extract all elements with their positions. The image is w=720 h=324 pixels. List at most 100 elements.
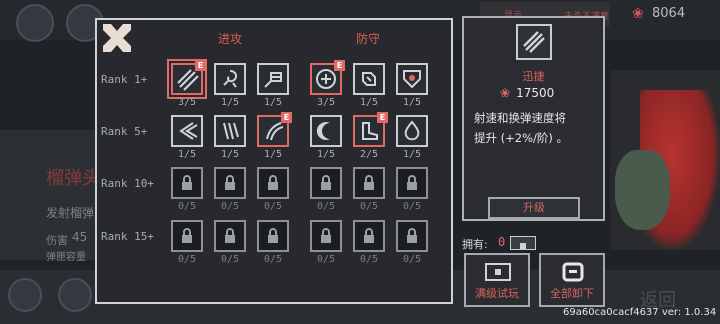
- lock-icon: [268, 228, 278, 243]
- perk-level-count: 0/5: [402, 201, 422, 212]
- perk-slot[interactable]: E: [310, 60, 345, 95]
- perk-slot[interactable]: [396, 220, 428, 252]
- perk-slot[interactable]: [171, 115, 203, 147]
- crescent-icon: [316, 122, 330, 140]
- perk-slot[interactable]: [214, 63, 246, 95]
- perk-slot[interactable]: [310, 220, 342, 252]
- perk-slot[interactable]: [396, 63, 428, 95]
- max-level-trial-label: 满级试玩: [475, 287, 519, 300]
- rank-label: Rank 5+: [101, 125, 148, 138]
- background-magazine-label: 弹匣容量: [46, 252, 86, 263]
- owned-label: 拥有:: [462, 238, 488, 251]
- perk-level-count: 0/5: [263, 254, 283, 265]
- lock-icon: [225, 228, 235, 243]
- rank-label: Rank 10+: [101, 177, 154, 190]
- owned-count: 0: [498, 235, 506, 249]
- perk-description-line: 提升 (+2%/阶) 。: [474, 131, 569, 145]
- perk-level-count: 3/5: [316, 97, 336, 108]
- stripes-icon: [523, 31, 545, 53]
- perk-level-count: 1/5: [220, 149, 240, 160]
- gem-icon: ❀: [500, 86, 511, 100]
- perk-level-count: 1/5: [177, 149, 197, 160]
- perk-slot[interactable]: [214, 167, 246, 199]
- perk-level-count: 0/5: [263, 201, 283, 212]
- perk-level-count: 1/5: [402, 97, 422, 108]
- perk-description: 射速和换弹速度将 提升 (+2%/阶) 。: [474, 108, 602, 148]
- arrows-icon: [179, 122, 198, 140]
- perk-level-count: 0/5: [402, 254, 422, 265]
- defense-column-header: 防守: [356, 32, 381, 46]
- character-face: [615, 150, 670, 230]
- max-level-trial-button[interactable]: 满级试玩: [464, 253, 530, 307]
- perk-slot[interactable]: [396, 115, 428, 147]
- attack-column-header: 进攻: [218, 32, 243, 46]
- perk-cost: ❀ 17500: [500, 86, 580, 100]
- perk-level-count: 0/5: [316, 201, 336, 212]
- lock-icon: [182, 228, 192, 243]
- perk-level-count: 0/5: [220, 201, 240, 212]
- perk-slot[interactable]: E: [353, 112, 388, 147]
- rank-label: Rank 15+: [101, 230, 154, 243]
- version-text: 69a60ca0cacf4637 ver: 1.0.34: [563, 307, 717, 318]
- background-slot: [58, 278, 92, 312]
- perk-level-count: 1/5: [316, 149, 336, 160]
- flame-drop-icon: [404, 120, 420, 141]
- lock-icon: [364, 175, 374, 190]
- background-damage-value: 45: [72, 230, 88, 244]
- perk-level-count: 1/5: [263, 97, 283, 108]
- lock-icon: [321, 175, 331, 190]
- close-icon: [103, 24, 131, 52]
- close-button[interactable]: [99, 20, 135, 56]
- perk-level-count: 0/5: [316, 254, 336, 265]
- lock-icon: [268, 175, 278, 190]
- perk-level-count: 0/5: [177, 201, 197, 212]
- lock-icon: [364, 228, 374, 243]
- equipped-badge: E: [377, 112, 388, 123]
- perk-slot[interactable]: [353, 63, 385, 95]
- fist-icon: [264, 72, 282, 88]
- perk-slot[interactable]: [257, 167, 289, 199]
- perk-level-count: 0/5: [177, 254, 197, 265]
- perk-level-count: 0/5: [359, 254, 379, 265]
- perk-level-count: 1/5: [263, 149, 283, 160]
- perk-slot[interactable]: E: [257, 112, 292, 147]
- background-damage-label: 伤害: [46, 234, 68, 247]
- perk-level-count: 2/5: [359, 149, 379, 160]
- perk-slot[interactable]: [353, 220, 385, 252]
- perk-slot[interactable]: [353, 167, 385, 199]
- background-weapon-title: 榴弹头: [46, 168, 100, 189]
- perk-slot[interactable]: [257, 63, 289, 95]
- gem-icon: ❀: [632, 6, 644, 22]
- perk-slot[interactable]: [310, 167, 342, 199]
- perk-name: 迅捷: [522, 70, 545, 83]
- background-slot: [8, 278, 42, 312]
- unequip-icon: [562, 262, 584, 282]
- perk-slot[interactable]: E: [167, 59, 207, 99]
- gem-count: 8064: [652, 6, 686, 21]
- swirl-icon: [223, 70, 238, 88]
- perk-level-count: 0/5: [359, 201, 379, 212]
- selected-perk-icon: [516, 24, 552, 60]
- heart-shield-icon: [403, 70, 421, 89]
- lock-icon: [407, 228, 417, 243]
- perk-slot[interactable]: [310, 115, 342, 147]
- perk-slot[interactable]: [171, 167, 203, 199]
- unequip-all-button[interactable]: 全部卸下: [539, 253, 605, 307]
- perk-description-line: 射速和换弹速度将: [474, 111, 566, 125]
- lock-icon: [182, 175, 192, 190]
- lock-icon: [407, 175, 417, 190]
- equipped-badge: E: [334, 60, 345, 71]
- equipped-badge: E: [281, 112, 292, 123]
- rank-label: Rank 1+: [101, 73, 148, 86]
- unequip-all-label: 全部卸下: [550, 287, 594, 300]
- perk-slot[interactable]: [171, 220, 203, 252]
- upgrade-button[interactable]: 升级: [488, 197, 580, 219]
- lock-icon: [321, 228, 331, 243]
- key-icon: [510, 236, 536, 250]
- perk-slot[interactable]: [257, 220, 289, 252]
- claw-icon: [223, 122, 239, 140]
- perk-slot[interactable]: [396, 167, 428, 199]
- perk-slot[interactable]: [214, 220, 246, 252]
- background-avatar: [16, 4, 54, 42]
- perk-slot[interactable]: [214, 115, 246, 147]
